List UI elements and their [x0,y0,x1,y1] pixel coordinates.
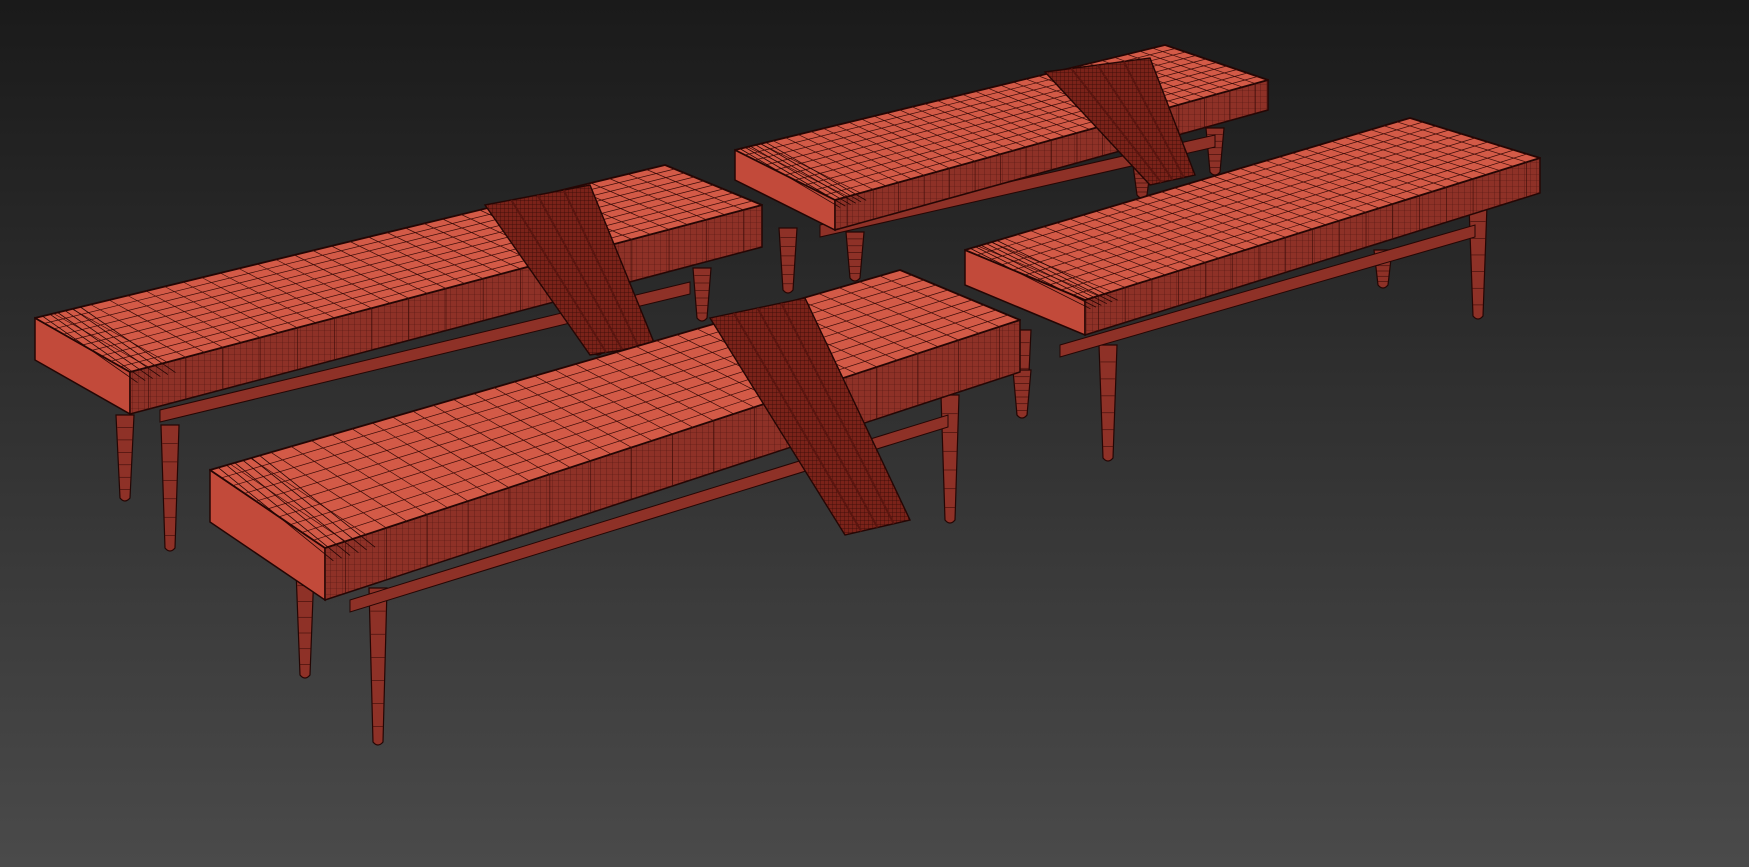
wireframe-scene[interactable] [0,0,1749,867]
3d-viewport[interactable] [0,0,1749,867]
